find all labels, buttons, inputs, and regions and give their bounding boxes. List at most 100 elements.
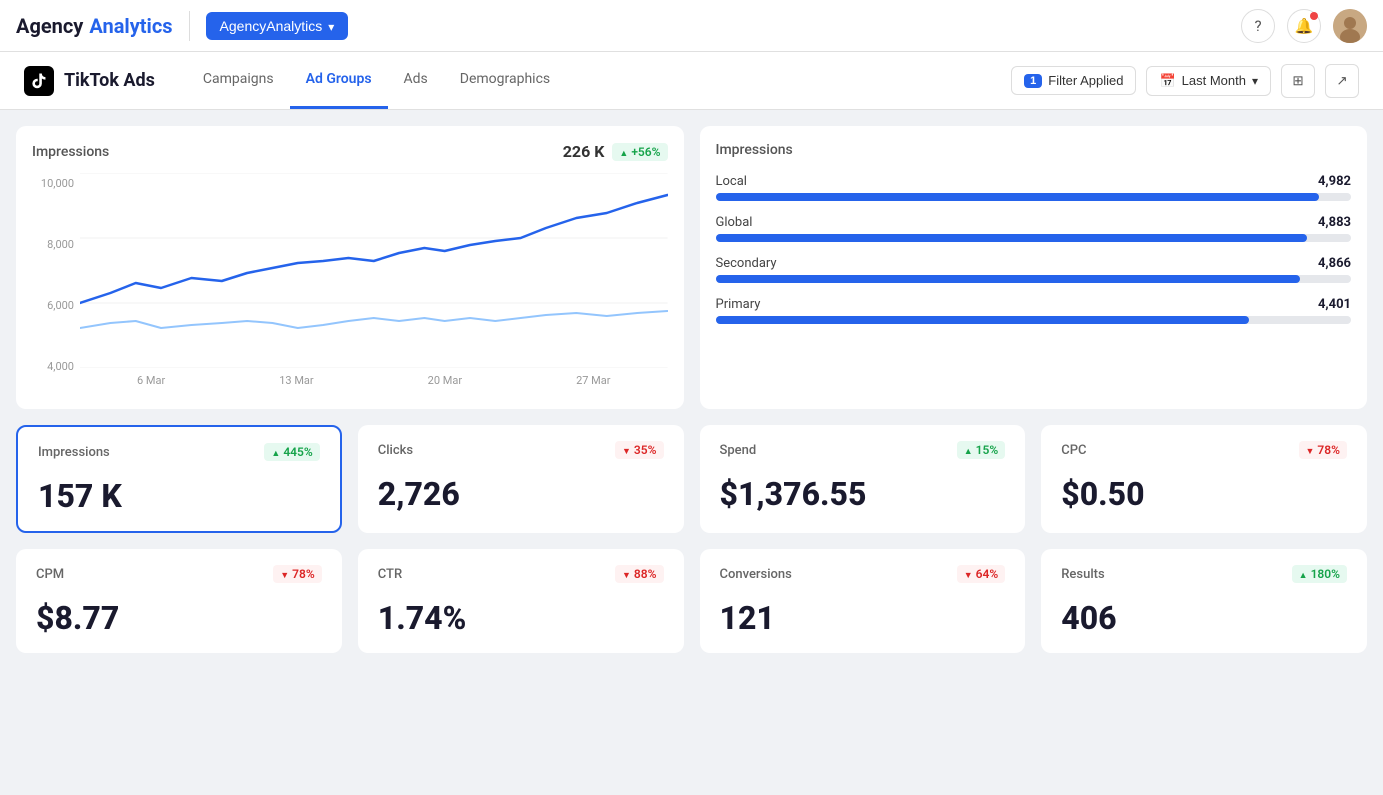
- top-nav: AgencyAnalytics AgencyAnalytics ? 🔔: [0, 0, 1383, 52]
- tab-demographics[interactable]: Demographics: [444, 52, 566, 109]
- x-label-6mar: 6 Mar: [137, 374, 165, 387]
- metric-value: 2,726: [378, 475, 664, 513]
- arrow-down-icon: [964, 567, 974, 581]
- page-title: TikTok Ads: [64, 70, 155, 91]
- metric-card-results[interactable]: Results 180% 406: [1041, 549, 1367, 653]
- chart-svg: [80, 173, 668, 368]
- metric-card-cpm[interactable]: CPM 78% $8.77: [16, 549, 342, 653]
- metric-header-cpm: CPM 78%: [36, 565, 322, 583]
- arrow-up-icon: [271, 445, 281, 459]
- arrow-up-icon: [964, 443, 974, 457]
- metric-card-cpc[interactable]: CPC 78% $0.50: [1041, 425, 1367, 533]
- bar-fill: [716, 275, 1301, 283]
- chart-change-badge: +56%: [612, 143, 667, 161]
- y-label-6000: 6,000: [32, 299, 74, 312]
- tabs-nav: Campaigns Ad Groups Ads Demographics: [187, 52, 566, 109]
- arrow-down-icon: [622, 443, 632, 457]
- impressions-chart-card: Impressions 226 K +56% 10,000 8,000 6,00…: [16, 126, 684, 409]
- metric-label: CPC: [1061, 443, 1086, 458]
- metric-header-results: Results 180%: [1061, 565, 1347, 583]
- top-nav-right: ? 🔔: [1241, 9, 1367, 43]
- metric-header-clicks: Clicks 35%: [378, 441, 664, 459]
- y-label-8000: 8,000: [32, 238, 74, 251]
- arrow-down-icon: [280, 567, 290, 581]
- arrow-down-icon: [622, 567, 632, 581]
- calendar-icon: 📅: [1159, 73, 1175, 89]
- metric-change-badge: 180%: [1292, 565, 1347, 583]
- tiktok-icon: [24, 66, 54, 96]
- metric-label: Results: [1061, 567, 1104, 582]
- bar-label: Local: [716, 174, 747, 189]
- help-button[interactable]: ?: [1241, 9, 1275, 43]
- bar-track: [716, 193, 1352, 201]
- main-content: Impressions 226 K +56% 10,000 8,000 6,00…: [0, 110, 1383, 669]
- metric-change-badge: 64%: [957, 565, 1006, 583]
- metric-header-conversions: Conversions 64%: [720, 565, 1006, 583]
- columns-icon: ⊞: [1292, 73, 1303, 89]
- bar-item: Secondary 4,866: [716, 256, 1352, 283]
- bar-card-title: Impressions: [716, 142, 1352, 158]
- metric-header-impressions: Impressions 445%: [38, 443, 320, 461]
- bar-value: 4,883: [1318, 215, 1351, 230]
- chart-title: Impressions: [32, 144, 109, 160]
- metric-label: Spend: [720, 443, 757, 458]
- metric-change-badge: 88%: [615, 565, 664, 583]
- bar-label: Secondary: [716, 256, 777, 271]
- bar-value: 4,982: [1318, 174, 1351, 189]
- bar-fill: [716, 193, 1320, 201]
- chart-header: Impressions 226 K +56%: [32, 142, 668, 161]
- metric-change-badge: 445%: [264, 443, 319, 461]
- tab-campaigns[interactable]: Campaigns: [187, 52, 290, 109]
- notifications-button[interactable]: 🔔: [1287, 9, 1321, 43]
- metric-card-conversions[interactable]: Conversions 64% 121: [700, 549, 1026, 653]
- agency-analytics-button[interactable]: AgencyAnalytics: [206, 12, 349, 40]
- bar-label: Global: [716, 215, 753, 230]
- metric-card-spend[interactable]: Spend 15% $1,376.55: [700, 425, 1026, 533]
- metric-value: 406: [1061, 599, 1347, 637]
- metric-change-badge: 35%: [615, 441, 664, 459]
- metric-card-impressions[interactable]: Impressions 445% 157 K: [16, 425, 342, 533]
- bar-track: [716, 316, 1352, 324]
- chevron-down-icon: [1252, 73, 1258, 88]
- columns-button[interactable]: ⊞: [1281, 64, 1315, 98]
- tab-ads[interactable]: Ads: [388, 52, 444, 109]
- avatar[interactable]: [1333, 9, 1367, 43]
- metric-label: CPM: [36, 567, 64, 582]
- filter-button[interactable]: 1 Filter Applied: [1011, 66, 1136, 95]
- date-label: Last Month: [1182, 73, 1246, 88]
- metric-card-clicks[interactable]: Clicks 35% 2,726: [358, 425, 684, 533]
- page-header: TikTok Ads Campaigns Ad Groups Ads Demog…: [0, 52, 1383, 110]
- bell-icon: 🔔: [1295, 17, 1314, 35]
- x-label-27mar: 27 Mar: [576, 374, 610, 387]
- avatar-image: [1333, 9, 1367, 43]
- y-label-10000: 10,000: [32, 177, 74, 190]
- metric-label: Clicks: [378, 443, 413, 458]
- metric-value: 157 K: [38, 477, 320, 515]
- filter-count: 1: [1024, 74, 1042, 88]
- chart-value-block: 226 K +56%: [563, 142, 668, 161]
- tab-ad-groups[interactable]: Ad Groups: [290, 52, 388, 109]
- metric-value: $8.77: [36, 599, 322, 637]
- share-button[interactable]: ↗: [1325, 64, 1359, 98]
- metric-header-spend: Spend 15%: [720, 441, 1006, 459]
- metric-change-badge: 15%: [957, 441, 1006, 459]
- bar-track: [716, 275, 1352, 283]
- metric-change-badge: 78%: [273, 565, 322, 583]
- arrow-up-icon: [619, 145, 629, 159]
- metric-value: $0.50: [1061, 475, 1347, 513]
- x-label-20mar: 20 Mar: [428, 374, 462, 387]
- metric-value: $1,376.55: [720, 475, 1006, 513]
- share-icon: ↗: [1336, 73, 1347, 89]
- date-range-button[interactable]: 📅 Last Month: [1146, 66, 1271, 96]
- bar-value: 4,866: [1318, 256, 1351, 271]
- metric-value: 1.74%: [378, 599, 664, 637]
- bar-track: [716, 234, 1352, 242]
- bar-item: Local 4,982: [716, 174, 1352, 201]
- bar-fill: [716, 234, 1307, 242]
- metric-label: Conversions: [720, 567, 792, 582]
- arrow-up-icon: [1299, 567, 1309, 581]
- filter-label: Filter Applied: [1048, 73, 1123, 88]
- metric-card-ctr[interactable]: CTR 88% 1.74%: [358, 549, 684, 653]
- page-header-right: 1 Filter Applied 📅 Last Month ⊞ ↗: [1011, 64, 1359, 98]
- chart-svg-container: 10,000 8,000 6,000 4,000: [32, 173, 668, 393]
